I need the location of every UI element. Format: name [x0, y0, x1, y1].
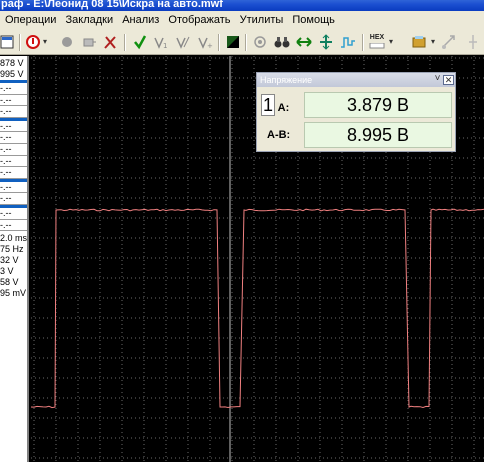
chevron-down-icon[interactable]: ▾	[387, 33, 395, 51]
toolbar: ▾ 1 + НЕХ ▾ ▾	[0, 29, 484, 55]
window-title-bar: раф - E:\Леонид 08 15\Искра на авто.mwf	[0, 0, 484, 11]
voltage-value-a: 3.879 В	[304, 92, 452, 118]
stop-icon[interactable]	[26, 33, 40, 51]
record-icon[interactable]	[61, 33, 73, 51]
grid-icon[interactable]	[0, 33, 14, 51]
close-icon[interactable]: ✕	[443, 75, 454, 85]
hex-label: НЕХ	[369, 34, 385, 41]
side-value: -.--	[0, 220, 27, 232]
voltage-row-ab: A-B: 8.995 В	[261, 121, 453, 149]
chevron-down-icon[interactable]: ▾	[41, 33, 49, 51]
pin-icon[interactable]	[466, 33, 480, 51]
check-icon[interactable]	[133, 33, 147, 51]
menu-analysis[interactable]: Анализ	[119, 11, 162, 29]
menu-bar: Операции Закладки Анализ Отображать Утил…	[0, 11, 484, 29]
chevron-down-icon[interactable]: ▾	[429, 33, 437, 51]
measurement-side-panel: 878 V 995 V -.-- -.-- -.-- -.-- -.-- -.-…	[0, 56, 29, 462]
toolbar-separator	[218, 34, 220, 51]
signal-icon[interactable]	[340, 33, 356, 51]
toolbar-separator	[245, 34, 247, 51]
side-value: 75 Hz	[0, 244, 24, 255]
voltage-row-label-text: A:	[277, 102, 290, 114]
toolbar-separator	[362, 34, 364, 51]
side-value: 58 V	[0, 277, 19, 288]
side-value: -.--	[0, 193, 27, 205]
menu-help[interactable]: Помощь	[289, 11, 338, 29]
side-value: -.--	[0, 167, 27, 179]
invert-icon[interactable]	[226, 33, 240, 51]
chevron-down-icon[interactable]: ˅	[432, 74, 443, 85]
menu-operations[interactable]: Операции	[0, 11, 59, 29]
menu-display[interactable]: Отображать	[165, 11, 233, 29]
voltage-window[interactable]: Напряжение ˅ ✕ 1 A: 3.879 В A-B: 8.995 В	[256, 72, 456, 152]
side-value: 95 mV	[0, 288, 27, 299]
voltage-row-label: A-B:	[267, 129, 291, 141]
side-value: -.--	[0, 95, 27, 107]
link-icon[interactable]	[253, 33, 267, 51]
side-value: 878 V	[0, 58, 24, 68]
voltage-row-label: 1 A:	[261, 91, 303, 119]
toolbar-separator	[19, 34, 21, 51]
probe-icon[interactable]	[82, 33, 96, 51]
hex-icon[interactable]: НЕХ	[369, 33, 385, 51]
menu-utilities[interactable]: Утилиты	[237, 11, 287, 29]
v-measure-icon[interactable]: 1	[153, 33, 169, 51]
signal-trace	[31, 208, 484, 409]
tools-icon[interactable]	[103, 33, 117, 51]
binoculars-icon[interactable]	[274, 33, 290, 51]
side-value: -.--	[0, 182, 27, 194]
settings-icon[interactable]	[411, 33, 427, 51]
window-title: раф - E:\Леонид 08 15\Искра на авто.mwf	[1, 0, 223, 10]
v-measure-3-icon[interactable]: +	[197, 33, 213, 51]
side-value: 32 V	[0, 255, 19, 266]
voltage-row-a: 1 A: 3.879 В	[261, 91, 453, 119]
v-measure-2-icon[interactable]	[175, 33, 191, 51]
side-value: -.--	[0, 132, 27, 144]
export-icon[interactable]	[441, 33, 457, 51]
side-value: 3 V	[0, 266, 14, 277]
voltage-window-title: Напряжение	[260, 75, 313, 85]
menu-bookmarks[interactable]: Закладки	[63, 11, 117, 29]
voltage-window-title-bar[interactable]: Напряжение ˅ ✕	[257, 73, 455, 87]
side-value: -.--	[0, 156, 27, 168]
side-value: 995 V	[0, 69, 24, 79]
zoom-icon[interactable]	[318, 33, 334, 51]
voltage-value-ab: 8.995 В	[304, 122, 452, 148]
svg-text:+: +	[207, 42, 213, 50]
side-value: -.--	[0, 121, 27, 133]
side-value: -.--	[0, 208, 27, 220]
svg-text:1: 1	[163, 42, 167, 50]
side-value: -.--	[0, 83, 27, 95]
arrows-icon[interactable]	[296, 33, 312, 51]
side-value: -.--	[0, 106, 27, 118]
channel-number[interactable]: 1	[261, 94, 276, 116]
side-value: -.--	[0, 144, 27, 156]
toolbar-separator	[124, 34, 126, 51]
side-value: 2.0 ms	[0, 233, 27, 244]
